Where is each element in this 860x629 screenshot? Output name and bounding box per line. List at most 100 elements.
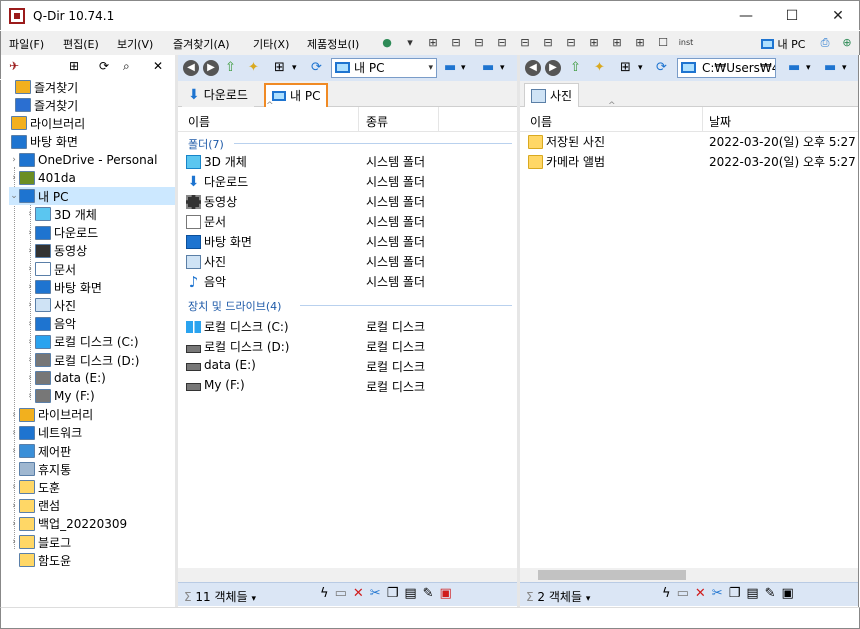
inst-icon[interactable]: inst xyxy=(678,35,694,51)
expand-chevron-icon[interactable]: › xyxy=(25,282,35,292)
tree-item[interactable]: 즐겨찾기 xyxy=(5,96,78,114)
expand-chevron-icon[interactable]: › xyxy=(25,246,35,256)
layout-v2-icon[interactable]: ⊟ xyxy=(517,35,533,51)
tree-item[interactable]: › 블로그 xyxy=(9,533,71,551)
tab-downloads[interactable]: ⬇ 다운로드 xyxy=(182,83,254,107)
rename-icon[interactable]: ▭ xyxy=(335,586,347,601)
address-bar-1[interactable]: 내 PC ▾ xyxy=(331,58,437,78)
monitor-icon[interactable]: ▬ xyxy=(788,60,800,76)
list-item[interactable]: 3D 개체 시스템 폴더 xyxy=(186,151,516,171)
menu-pc-label[interactable]: 내 PC xyxy=(761,36,805,52)
list-item[interactable]: data (E:) 로컬 디스크 xyxy=(186,356,516,376)
scroll-thumb[interactable] xyxy=(538,570,686,580)
tree-item[interactable]: › My (F:) xyxy=(25,387,95,405)
menu-file[interactable]: 파일(F) xyxy=(9,36,44,52)
expand-chevron-icon[interactable]: › xyxy=(9,428,19,438)
expand-chevron-icon[interactable]: › xyxy=(25,228,35,238)
tree-item[interactable]: › 도훈 xyxy=(9,478,60,496)
expand-chevron-icon[interactable]: › xyxy=(25,209,35,219)
expand-chevron-icon[interactable]: › xyxy=(25,373,35,383)
column-separator[interactable] xyxy=(358,107,359,131)
menu-edit[interactable]: 편집(E) xyxy=(63,36,99,52)
tree-item[interactable]: › 음악 xyxy=(25,315,76,333)
view-dropdown-icon[interactable]: ▾ xyxy=(638,60,643,76)
stop-icon[interactable]: ▣ xyxy=(440,586,452,601)
tree-search-icon[interactable]: ⌕ xyxy=(123,59,130,74)
pane2-status-count[interactable]: Σ 2 객체들 ▾ xyxy=(526,588,590,605)
tree-item[interactable]: › 로컬 디스크 (D:) xyxy=(25,351,139,369)
column-date[interactable]: 날짜 xyxy=(709,113,731,130)
refresh-icon[interactable]: ⟳ xyxy=(656,60,667,76)
maximize-button[interactable]: ☐ xyxy=(769,1,815,31)
address-bar-2[interactable]: C:₩Users₩4 xyxy=(677,58,776,78)
layout-h3-icon[interactable]: ⊟ xyxy=(448,35,464,51)
column-name[interactable]: 이름 xyxy=(530,113,552,130)
list-item[interactable]: ⬇ 다운로드 시스템 폴더 xyxy=(186,171,516,191)
layout-single-icon[interactable]: ☐ xyxy=(655,35,671,51)
monitor-dropdown-icon[interactable]: ▾ xyxy=(461,60,466,76)
minimize-button[interactable]: — xyxy=(723,1,769,31)
delete-icon[interactable]: ✕ xyxy=(695,586,706,601)
view-dropdown-icon[interactable]: ▾ xyxy=(292,60,297,76)
tree-item[interactable]: › 제어판 xyxy=(9,442,71,460)
pin-icon[interactable]: ✈ xyxy=(9,59,19,73)
up-folder-icon[interactable]: ⇧ xyxy=(225,60,236,76)
list-item[interactable]: 로컬 디스크 (C:) 로컬 디스크 xyxy=(186,316,516,336)
expand-chevron-icon[interactable]: › xyxy=(9,501,19,511)
list-item[interactable]: 사진 시스템 폴더 xyxy=(186,251,516,271)
copy-icon[interactable]: ❐ xyxy=(387,586,399,601)
expand-chevron-icon[interactable]: › xyxy=(25,264,35,274)
tree-item[interactable]: › 백업_20220309 xyxy=(9,515,127,533)
list-item[interactable]: 바탕 화면 시스템 폴더 xyxy=(186,231,516,251)
cut-icon[interactable]: ✂ xyxy=(370,586,381,601)
list-item[interactable]: 카메라 앨범 2022-03-20(일) 오후 5:27 xyxy=(528,151,858,171)
tree-item[interactable]: › OneDrive - Personal xyxy=(9,151,157,169)
address-dropdown-icon[interactable]: ▾ xyxy=(428,59,433,77)
tree-item[interactable]: › 로컬 디스크 (C:) xyxy=(25,333,139,351)
tree-layout-icon[interactable]: ⊞ xyxy=(69,59,79,73)
layout-grid-icon[interactable]: ⊞ xyxy=(632,35,648,51)
menu-favorites[interactable]: 즐겨찾기(A) xyxy=(173,36,230,52)
expand-chevron-icon[interactable]: › xyxy=(9,537,19,547)
layout-tri-icon[interactable]: ⊟ xyxy=(563,35,579,51)
refresh-icon[interactable]: ⟳ xyxy=(311,60,322,76)
pane2-hscrollbar[interactable] xyxy=(520,568,858,582)
pane-menu-icon[interactable]: ▬ xyxy=(824,60,836,76)
expand-chevron-icon[interactable]: › xyxy=(9,410,19,420)
tree-item[interactable]: › data (E:) xyxy=(25,369,106,387)
globe-icon[interactable]: ● xyxy=(379,35,395,51)
tree-item[interactable]: 휴지통 xyxy=(9,460,71,478)
expand-chevron-icon[interactable]: › xyxy=(9,173,19,183)
tree-item[interactable]: › 401da xyxy=(9,169,76,187)
tree-refresh-icon[interactable]: ⟳ xyxy=(99,59,109,73)
list-item[interactable]: 로컬 디스크 (D:) 로컬 디스크 xyxy=(186,336,516,356)
list-item[interactable]: 동영상 시스템 폴더 xyxy=(186,191,516,211)
tree-item[interactable]: 함도윤 xyxy=(9,551,71,569)
delete-icon[interactable]: ✕ xyxy=(353,586,364,601)
list-item[interactable]: My (F:) 로컬 디스크 xyxy=(186,376,516,396)
add-icon[interactable]: ⊕ xyxy=(839,35,855,51)
group-drives[interactable]: 장치 및 드라이브(4) xyxy=(188,298,281,314)
layout-cols-icon[interactable]: ⊞ xyxy=(586,35,602,51)
layout-h2-icon[interactable]: ⊟ xyxy=(471,35,487,51)
tab-pictures[interactable]: 사진 xyxy=(524,83,580,107)
expand-chevron-icon[interactable]: › xyxy=(9,519,19,529)
tree-item[interactable]: › 문서 xyxy=(25,260,76,278)
pane-menu-dropdown-icon[interactable]: ▾ xyxy=(842,60,847,76)
flash-icon[interactable]: ϟ xyxy=(320,586,329,601)
tree-item[interactable]: 라이브러리 xyxy=(1,114,85,132)
back-icon[interactable]: ◀ xyxy=(183,60,199,76)
layout-v3-icon[interactable]: ⊟ xyxy=(494,35,510,51)
new-folder-icon[interactable]: ✦ xyxy=(248,60,259,76)
pane1-status-count[interactable]: Σ 11 객체들 ▾ xyxy=(184,588,256,605)
view-mode-icon[interactable]: ⊞ xyxy=(620,60,631,76)
expand-chevron-icon[interactable]: › xyxy=(25,337,35,347)
expand-chevron-icon[interactable]: › xyxy=(25,300,35,310)
qdir-app-icon[interactable] xyxy=(9,8,25,24)
stop-icon[interactable]: ▣ xyxy=(782,586,794,601)
properties-icon[interactable]: ✎ xyxy=(765,586,776,601)
list-item[interactable]: ♪ 음악 시스템 폴더 xyxy=(186,271,516,291)
tree-item[interactable]: › 사진 xyxy=(25,296,76,314)
menu-extras[interactable]: 기타(X) xyxy=(253,36,289,52)
column-name[interactable]: 이름 xyxy=(188,113,210,130)
